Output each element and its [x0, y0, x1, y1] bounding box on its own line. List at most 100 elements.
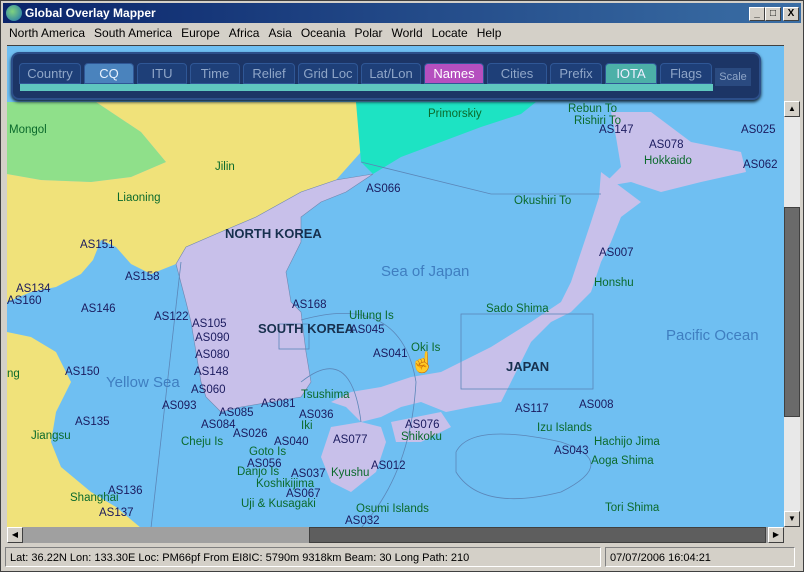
map-label-shikoku: Shikoku [401, 431, 442, 443]
map-label-ullung-is: Ullung Is [349, 310, 394, 322]
map-label-as168: AS168 [292, 299, 327, 311]
map-label-rebun-to: Rebun To [568, 103, 618, 115]
tab-cq[interactable]: CQ [84, 63, 134, 84]
tab-cities[interactable]: Cities [487, 63, 547, 84]
close-button[interactable]: X [783, 7, 799, 21]
map-label-hokkaido: Hokkaido [644, 155, 692, 167]
tab-names[interactable]: Names [424, 63, 484, 84]
map-label-south-korea: SOUTH KOREA [258, 321, 355, 336]
map-label-pacific-ocean: Pacific Ocean [666, 327, 759, 344]
map-label-as012: AS012 [371, 460, 406, 472]
status-position-info: Lat: 36.22N Lon: 133.30E Loc: PM66pf Fro… [5, 547, 601, 567]
map-label-hachijo-jima: Hachijo Jima [594, 436, 660, 448]
menu-bar: North America South America Europe Africa As… [3, 23, 801, 43]
map-label-as060: AS060 [191, 384, 226, 396]
scroll-left-button[interactable]: ◀ [7, 527, 23, 543]
menu-south-america[interactable]: South America [94, 26, 172, 40]
land-honshu [331, 172, 641, 422]
map-label-as007: AS007 [599, 247, 634, 259]
tab-time[interactable]: Time [190, 63, 240, 84]
vertical-scroll-thumb[interactable] [784, 207, 800, 417]
map-label-as084: AS084 [201, 419, 236, 431]
scroll-down-button[interactable]: ▼ [784, 511, 800, 527]
map-label-primorskiy: Primorskiy [428, 108, 482, 120]
status-bar: Lat: 36.22N Lon: 133.30E Loc: PM66pf Fro… [3, 546, 801, 568]
tab-relief[interactable]: Relief [243, 63, 295, 84]
vertical-scrollbar[interactable]: ▲ ▼ [784, 101, 800, 527]
map-label-okushiri-to: Okushiri To [514, 195, 572, 207]
map-label-as041: AS041 [373, 348, 408, 360]
map-label-as076: AS076 [405, 419, 440, 431]
map-label-as090: AS090 [195, 332, 230, 344]
menu-oceania[interactable]: Oceania [301, 26, 346, 40]
map-label-as077: AS077 [333, 434, 368, 446]
map-label-honshu: Honshu [594, 277, 634, 289]
map-label-ng: ng [7, 368, 20, 380]
map-label-tsushima: Tsushima [301, 389, 350, 401]
tab-itu[interactable]: ITU [137, 63, 187, 84]
window-title: Global Overlay Mapper [25, 6, 156, 20]
map-label-as085: AS085 [219, 407, 254, 419]
map-label-kyushu: Kyushu [331, 467, 370, 479]
menu-locate[interactable]: Locate [432, 26, 468, 40]
menu-north-america[interactable]: North America [9, 26, 85, 40]
map-label-mongol: Mongol [9, 124, 47, 136]
map-label-as146: AS146 [81, 303, 116, 315]
map-label-as045: AS045 [350, 324, 385, 336]
map-label-as105: AS105 [192, 318, 227, 330]
overlay-toolbar: Country CQ ITU Time Relief Grid Loc Lat/… [11, 52, 761, 100]
map-label-as066: AS066 [366, 183, 401, 195]
map-label-osumi-islands: Osumi Islands [356, 503, 429, 515]
map-label-cheju-is: Cheju Is [181, 436, 224, 448]
map-label-japan: JAPAN [506, 359, 550, 374]
map-label-tori-shima: Tori Shima [605, 502, 660, 514]
scroll-up-button[interactable]: ▲ [784, 101, 800, 117]
map-label-as160: AS160 [7, 295, 42, 307]
map-label-danjo-is: Danjo Is [237, 466, 280, 478]
menu-help[interactable]: Help [477, 26, 502, 40]
horizontal-scroll-thumb[interactable] [309, 527, 766, 543]
globe-icon [6, 5, 22, 21]
map-label-as134: AS134 [16, 283, 51, 295]
map-label-goto-is: Goto Is [249, 446, 287, 458]
app-window: Global Overlay Mapper _ □ X North Americ… [0, 0, 804, 572]
tab-indicator-bar [20, 84, 713, 91]
map-label-as062: AS062 [743, 159, 778, 171]
map-label-sea-of-japan: Sea of Japan [381, 263, 470, 280]
menu-europe[interactable]: Europe [181, 26, 220, 40]
tab-iota[interactable]: IOTA [605, 63, 657, 84]
status-datetime: 07/07/2006 16:04:21 [605, 547, 795, 567]
map-label-as032: AS032 [345, 515, 380, 527]
map-label-shanghai: Shanghai [70, 492, 119, 504]
map-label-north-korea: NORTH KOREA [225, 226, 322, 241]
map-label-as025: AS025 [741, 124, 776, 136]
map-label-as150: AS150 [65, 366, 100, 378]
map-view[interactable]: Country CQ ITU Time Relief Grid Loc Lat/… [7, 45, 784, 527]
scale-button[interactable]: Scale [715, 68, 751, 86]
map-label-as122: AS122 [154, 311, 189, 323]
map-label-as026: AS026 [233, 428, 268, 440]
menu-asia[interactable]: Asia [268, 26, 291, 40]
map-label-as158: AS158 [125, 271, 160, 283]
map-label-as081: AS081 [261, 398, 296, 410]
map-label-jiangsu: Jiangsu [31, 430, 71, 442]
tab-country[interactable]: Country [19, 63, 81, 84]
tab-grid-loc[interactable]: Grid Loc [298, 63, 358, 84]
map-label-as137: AS137 [99, 507, 134, 519]
horizontal-scrollbar[interactable]: ◀ ▶ [7, 527, 784, 543]
menu-world[interactable]: World [392, 26, 423, 40]
scroll-right-button[interactable]: ▶ [768, 527, 784, 543]
map-label-as008: AS008 [579, 399, 614, 411]
tab-flags[interactable]: Flags [660, 63, 712, 84]
minimize-button[interactable]: _ [749, 7, 765, 21]
tab-prefix[interactable]: Prefix [550, 63, 602, 84]
tab-lat-lon[interactable]: Lat/Lon [361, 63, 421, 84]
map-label-iki: Iki [301, 420, 313, 432]
menu-africa[interactable]: Africa [229, 26, 260, 40]
menu-polar[interactable]: Polar [355, 26, 383, 40]
map-label-sado-shima: Sado Shima [486, 303, 549, 315]
maximize-button[interactable]: □ [765, 7, 781, 21]
map-label-as093: AS093 [162, 400, 197, 412]
map-label-izu-islands: Izu Islands [537, 422, 592, 434]
map-label-aoga-shima: Aoga Shima [591, 455, 654, 467]
